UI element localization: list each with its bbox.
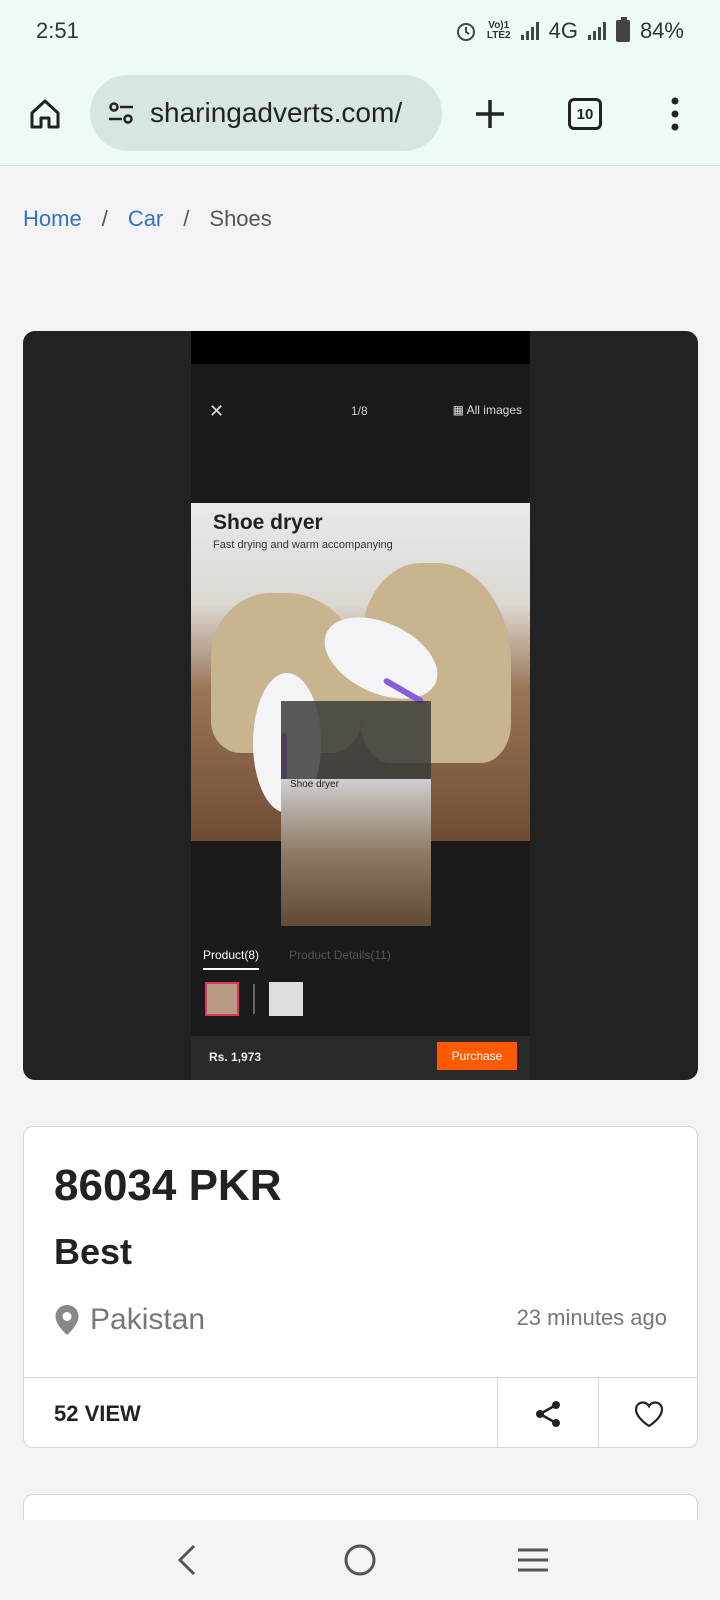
image-tabs: Product(8) Product Details(11) — [203, 948, 391, 970]
battery-level: 84% — [639, 18, 684, 43]
breadcrumb-category[interactable]: Car — [128, 206, 163, 232]
alarm-icon — [456, 23, 475, 41]
all-images-text: All images — [466, 403, 522, 417]
site-settings-icon[interactable] — [106, 98, 136, 128]
home-button[interactable] — [20, 89, 70, 139]
card-footer: 52 VIEW — [24, 1377, 697, 1447]
volte-indicator: Vo)1 LTE2 — [486, 20, 511, 41]
product-photo-title: Shoe dryer — [213, 511, 323, 534]
network-type: 4G — [548, 18, 578, 43]
home-nav-button[interactable] — [335, 1535, 385, 1585]
status-time: 2:51 — [36, 18, 79, 43]
image-bottom-bar: Rs. 1,973 Purchase — [191, 1036, 530, 1080]
all-images-label: ▦ All images — [452, 403, 522, 417]
image-top-bar — [191, 331, 530, 364]
divider — [253, 984, 255, 1014]
home-icon — [30, 99, 60, 128]
status-icons: Vo)1 LTE2 4G 84% — [455, 17, 684, 44]
tab-product-details[interactable]: Product Details(11) — [289, 948, 391, 970]
location-pin-icon — [55, 1305, 79, 1335]
listing-location: Pakistan — [54, 1303, 205, 1337]
menu-icon — [518, 1548, 549, 1572]
listing-details-card: 86034 PKR Best Pakistan 23 minutes ago 5… — [23, 1126, 698, 1448]
signal-2-icon — [587, 22, 606, 40]
posted-time: 23 minutes ago — [516, 1305, 667, 1330]
thumbnail-strip — [205, 982, 303, 1016]
thumbnail[interactable] — [205, 982, 239, 1016]
system-nav-bar — [0, 1520, 720, 1600]
breadcrumb-home[interactable]: Home — [23, 206, 82, 232]
listing-image-viewer[interactable]: ✕ 1/8 ▦ All images Shoe dryer Fast dryin… — [23, 331, 698, 1080]
purchase-button: Purchase — [437, 1042, 517, 1070]
breadcrumb-separator: / — [183, 206, 190, 231]
favorite-button[interactable] — [598, 1378, 697, 1447]
nested-photo-title: Shoe dryer — [290, 779, 339, 790]
plus-icon — [476, 100, 504, 128]
tab-switcher-button[interactable]: 10 — [560, 89, 610, 139]
listing-image: ✕ 1/8 ▦ All images Shoe dryer Fast dryin… — [191, 331, 530, 1080]
thumbnail[interactable] — [269, 982, 303, 1016]
more-menu-button[interactable] — [650, 89, 700, 139]
breadcrumb-current: Shoes — [209, 206, 272, 231]
breadcrumb-separator: / — [101, 206, 108, 231]
location-text: Pakistan — [90, 1303, 206, 1336]
image-price: Rs. 1,973 — [209, 1050, 262, 1064]
share-icon — [536, 1400, 560, 1427]
nested-product-photo — [281, 779, 431, 926]
url-text[interactable]: sharingadverts.com/ — [150, 97, 402, 129]
new-tab-button[interactable] — [465, 89, 515, 139]
tab-product[interactable]: Product(8) — [203, 948, 260, 970]
recents-button[interactable] — [508, 1535, 558, 1585]
circle-home-icon — [344, 1544, 376, 1576]
address-bar[interactable]: sharingadverts.com/ — [90, 75, 442, 151]
listing-price: 86034 PKR — [54, 1161, 282, 1210]
view-count: 52 VIEW — [54, 1400, 141, 1426]
more-vert-icon — [671, 97, 679, 131]
listing-title: Best — [54, 1231, 133, 1272]
back-button[interactable] — [162, 1535, 212, 1585]
close-icon: ✕ — [209, 401, 225, 421]
back-icon — [177, 1544, 195, 1576]
product-photo-subtitle: Fast drying and warm accompanying — [213, 539, 393, 551]
signal-icon — [520, 22, 539, 40]
heart-icon — [634, 1400, 664, 1427]
tab-count: 10 — [568, 98, 602, 130]
image-counter: 1/8 — [351, 404, 368, 418]
nested-screenshot: Shoe dryer — [281, 701, 431, 926]
share-button[interactable] — [497, 1378, 598, 1447]
status-bar: 2:51 Vo)1 LTE2 4G 84% — [0, 0, 720, 62]
browser-toolbar: sharingadverts.com/ 10 — [0, 62, 720, 166]
battery-icon — [615, 17, 630, 42]
breadcrumb: Home / Car / Shoes — [23, 206, 272, 232]
